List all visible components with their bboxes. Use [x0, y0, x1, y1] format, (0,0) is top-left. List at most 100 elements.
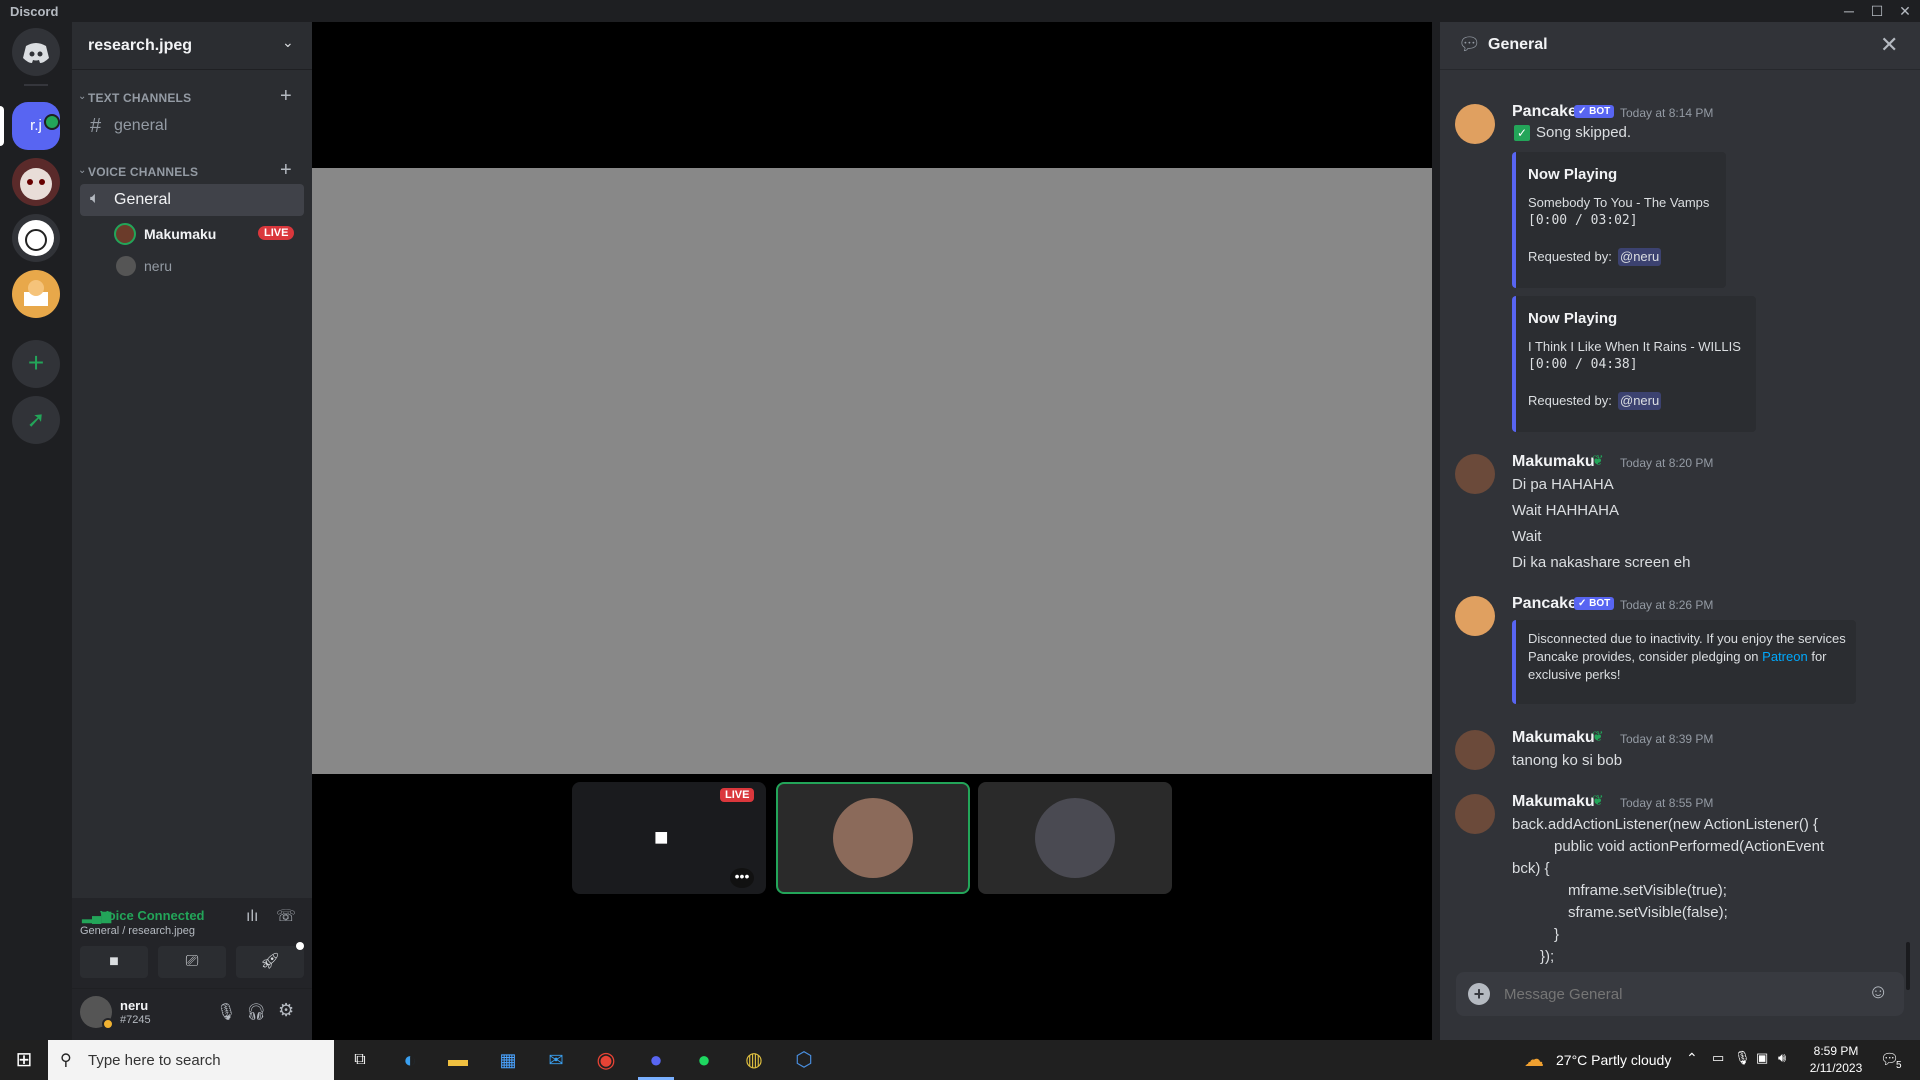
- voice-channel-general[interactable]: 🔈︎ General: [80, 184, 304, 216]
- server-header[interactable]: research.jpeg ⌄: [72, 22, 312, 70]
- chevron-up-icon[interactable]: ⌃: [1686, 1050, 1698, 1067]
- scrollbar[interactable]: [1906, 942, 1910, 990]
- voice-active-icon: [44, 114, 60, 130]
- camera-button[interactable]: ■: [80, 946, 148, 978]
- timestamp: Today at 8:14 PM: [1620, 106, 1714, 120]
- category-text-channels[interactable]: TEXT CHANNELS: [88, 91, 191, 105]
- avatar: [116, 256, 136, 276]
- stream-tile[interactable]: LIVE ■ •••: [572, 782, 766, 894]
- leaf-badge-icon: ❦: [1592, 728, 1604, 744]
- timestamp: Today at 8:39 PM: [1620, 732, 1714, 746]
- timestamp: Today at 8:55 PM: [1620, 796, 1714, 810]
- server-avatar[interactable]: [12, 214, 60, 262]
- message-input[interactable]: [1504, 982, 1844, 1006]
- server-avatar[interactable]: [12, 270, 60, 318]
- add-attachment-icon[interactable]: +: [1468, 983, 1490, 1005]
- clock-time[interactable]: 8:59 PM: [1806, 1044, 1866, 1058]
- task-view-icon[interactable]: ⧉: [346, 1046, 374, 1074]
- emoji-icon[interactable]: ☺: [1868, 981, 1888, 1004]
- bot-badge: ✓ BOT: [1574, 105, 1615, 118]
- patreon-link[interactable]: Patreon: [1762, 649, 1808, 664]
- discord-home-icon[interactable]: [12, 28, 60, 76]
- member-name: Makumaku: [144, 226, 217, 242]
- notification-dot: [296, 942, 304, 950]
- author-name[interactable]: Makumaku: [1512, 793, 1595, 811]
- author-name[interactable]: Makumaku: [1512, 453, 1595, 471]
- message-input-box[interactable]: + ☺: [1456, 972, 1904, 1016]
- stream-stage[interactable]: [312, 168, 1432, 774]
- noise-suppression-icon[interactable]: ılı: [246, 908, 258, 926]
- windows-start-icon[interactable]: ⊞: [10, 1046, 38, 1074]
- message-text: Song skipped.: [1536, 124, 1632, 141]
- add-server-icon[interactable]: +: [12, 340, 60, 388]
- author-name[interactable]: Pancake: [1512, 595, 1577, 613]
- more-options-icon[interactable]: •••: [730, 868, 754, 888]
- chevron-down-icon[interactable]: ⌄: [282, 34, 294, 51]
- search-placeholder: Type here to search: [88, 1052, 221, 1069]
- status-idle-icon: [102, 1018, 114, 1030]
- chevron-down-icon[interactable]: ⌄: [78, 165, 86, 176]
- network-icon[interactable]: ▣: [1756, 1050, 1768, 1066]
- message-text: tanong ko si bob: [1512, 752, 1623, 769]
- close-icon[interactable]: ✕: [1880, 32, 1898, 58]
- taskbar-search[interactable]: ⚲ Type here to search: [48, 1040, 334, 1080]
- server-avatar[interactable]: [12, 158, 60, 206]
- checkmark-icon: ✓: [1514, 125, 1530, 141]
- microphone-icon[interactable]: 🎙︎: [216, 1002, 236, 1022]
- microphone-tray-icon[interactable]: 🎙︎: [1734, 1050, 1751, 1066]
- avatar[interactable]: [1455, 104, 1495, 144]
- app-icon[interactable]: ⬡: [790, 1046, 818, 1074]
- voice-member-makumaku[interactable]: Makumaku LIVE: [96, 220, 304, 248]
- embed-title: Now Playing: [1528, 166, 1618, 183]
- user-mention[interactable]: @neru: [1618, 248, 1662, 266]
- store-icon[interactable]: ▦: [494, 1046, 522, 1074]
- disconnect-icon[interactable]: ☏: [276, 906, 296, 926]
- volume-icon[interactable]: 🔊︎: [1778, 1050, 1786, 1066]
- clock-date[interactable]: 2/11/2023: [1806, 1061, 1866, 1075]
- weather-text[interactable]: 27°C Partly cloudy: [1556, 1052, 1671, 1068]
- taskbar: ⊞ ⚲ Type here to search ⧉ ◐ ▬ ▦ ✉ ◉ ● ● …: [0, 1040, 1920, 1080]
- maximize-icon[interactable]: ☐: [1866, 2, 1888, 20]
- discord-taskbar-icon[interactable]: ●: [642, 1046, 670, 1074]
- user-mention[interactable]: @neru: [1618, 392, 1662, 410]
- add-channel-icon[interactable]: +: [280, 85, 292, 108]
- minimize-icon[interactable]: ─: [1838, 2, 1860, 20]
- avatar[interactable]: [1455, 730, 1495, 770]
- spotify-icon[interactable]: ●: [690, 1046, 718, 1074]
- chevron-down-icon[interactable]: ⌄: [78, 91, 86, 102]
- voice-member-neru[interactable]: neru: [96, 252, 304, 280]
- avatar[interactable]: [1455, 454, 1495, 494]
- screen-share-button[interactable]: ⎚: [158, 946, 226, 978]
- code-line: }: [1554, 926, 1560, 943]
- battery-icon[interactable]: ▭: [1712, 1050, 1724, 1066]
- participant-tile-neru[interactable]: [978, 782, 1172, 894]
- avatar[interactable]: [1455, 794, 1495, 834]
- app-icon[interactable]: ◍: [740, 1046, 768, 1074]
- chat-panel: 💬︎ General ✕ Pancake ✓ BOT Today at 8:14…: [1440, 22, 1920, 1040]
- explore-servers-icon[interactable]: ➚: [12, 396, 60, 444]
- live-badge: LIVE: [258, 226, 295, 240]
- activities-button[interactable]: 🚀︎: [236, 946, 304, 978]
- headphones-icon[interactable]: 🎧︎: [246, 1002, 266, 1022]
- channel-general[interactable]: # general: [80, 110, 304, 142]
- add-channel-icon[interactable]: +: [280, 159, 292, 182]
- leaf-badge-icon: ❦: [1592, 792, 1604, 808]
- chrome-icon[interactable]: ◉: [592, 1046, 620, 1074]
- voice-location[interactable]: General / research.jpeg: [80, 925, 195, 937]
- camera-icon: ■: [109, 953, 119, 970]
- participant-tile-makumaku[interactable]: [776, 782, 970, 894]
- author-name[interactable]: Makumaku: [1512, 729, 1595, 747]
- embed-song: I Think I Like When It Rains - WILLIS: [1528, 339, 1741, 354]
- category-voice-channels[interactable]: VOICE CHANNELS: [88, 165, 198, 179]
- rocket-icon: 🚀︎: [259, 953, 281, 970]
- edge-icon[interactable]: ◐: [396, 1046, 424, 1074]
- message-text: Wait HAHHAHA: [1512, 502, 1619, 519]
- close-window-icon[interactable]: ✕: [1894, 2, 1916, 20]
- camera-icon: ■: [654, 824, 669, 851]
- file-explorer-icon[interactable]: ▬: [444, 1046, 472, 1074]
- avatar[interactable]: [1455, 596, 1495, 636]
- gear-icon[interactable]: ⚙: [278, 1000, 294, 1021]
- user-name: neru: [120, 998, 149, 1013]
- author-name[interactable]: Pancake: [1512, 103, 1577, 121]
- mail-icon[interactable]: ✉: [542, 1046, 570, 1074]
